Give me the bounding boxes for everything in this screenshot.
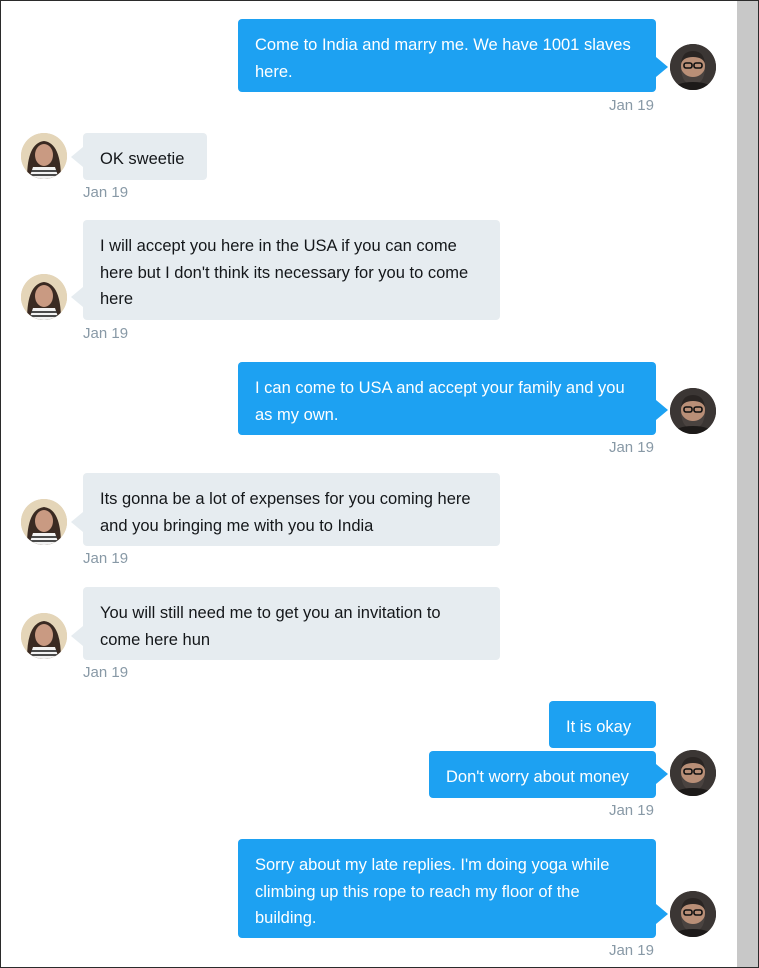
bubble-tail xyxy=(71,287,83,307)
message-bubble-received[interactable]: OK sweetie xyxy=(83,133,207,180)
avatar-woman-image xyxy=(21,613,67,659)
recipient-avatar[interactable] xyxy=(21,613,67,659)
avatar-man-image xyxy=(670,44,716,90)
avatar-woman-image xyxy=(21,499,67,545)
message-text: I will accept you here in the USA if you… xyxy=(100,237,469,308)
recipient-avatar[interactable] xyxy=(21,133,67,179)
bubble-tail xyxy=(71,626,83,646)
bubble-tail xyxy=(656,904,668,924)
bubble-tail xyxy=(656,764,668,784)
message-timestamp: Jan 19 xyxy=(83,664,129,681)
bubble-tail xyxy=(656,400,668,420)
message-bubble-received[interactable]: Its gonna be a lot of expenses for you c… xyxy=(83,473,500,546)
message-text: You will still need me to get you an inv… xyxy=(100,604,441,649)
message-text: Its gonna be a lot of expenses for you c… xyxy=(100,490,471,535)
bubble-tail xyxy=(71,512,83,532)
sender-avatar[interactable] xyxy=(670,44,716,90)
avatar-woman-image xyxy=(21,133,67,179)
message-text: Come to India and marry me. We have 1001… xyxy=(255,36,631,81)
sender-avatar[interactable] xyxy=(670,750,716,796)
message-text: I can come to USA and accept your family… xyxy=(255,379,625,424)
avatar-man-image xyxy=(670,750,716,796)
recipient-avatar[interactable] xyxy=(21,274,67,320)
message-text: It is okay xyxy=(566,718,632,736)
avatar-man-image xyxy=(670,388,716,434)
bubble-tail xyxy=(656,57,668,77)
message-timestamp: Jan 19 xyxy=(83,184,129,201)
message-bubble-received[interactable]: You will still need me to get you an inv… xyxy=(83,587,500,660)
message-bubble-sent[interactable]: It is okay xyxy=(549,701,656,748)
message-timestamp: Jan 19 xyxy=(83,550,129,567)
sender-avatar[interactable] xyxy=(670,388,716,434)
avatar-man-image xyxy=(670,891,716,937)
sender-avatar[interactable] xyxy=(670,891,716,937)
message-text: Don't worry about money xyxy=(446,768,629,786)
dm-conversation-panel: Come to India and marry me. We have 1001… xyxy=(0,0,759,968)
message-timestamp: Jan 19 xyxy=(83,325,129,342)
message-bubble-sent[interactable]: Sorry about my late replies. I'm doing y… xyxy=(238,839,656,938)
message-text: OK sweetie xyxy=(100,150,185,168)
message-bubble-sent[interactable]: Don't worry about money xyxy=(429,751,656,798)
message-bubble-received[interactable]: I will accept you here in the USA if you… xyxy=(83,220,500,320)
message-timestamp: Jan 19 xyxy=(608,802,654,819)
message-timestamp: Jan 19 xyxy=(608,942,654,959)
message-bubble-sent[interactable]: I can come to USA and accept your family… xyxy=(238,362,656,435)
message-timestamp: Jan 19 xyxy=(608,97,654,114)
avatar-woman-image xyxy=(21,274,67,320)
message-bubble-sent[interactable]: Come to India and marry me. We have 1001… xyxy=(238,19,656,92)
recipient-avatar[interactable] xyxy=(21,499,67,545)
message-timestamp: Jan 19 xyxy=(608,439,654,456)
vertical-scrollbar[interactable] xyxy=(737,1,758,967)
message-text: Sorry about my late replies. I'm doing y… xyxy=(255,856,610,927)
bubble-tail xyxy=(71,147,83,167)
